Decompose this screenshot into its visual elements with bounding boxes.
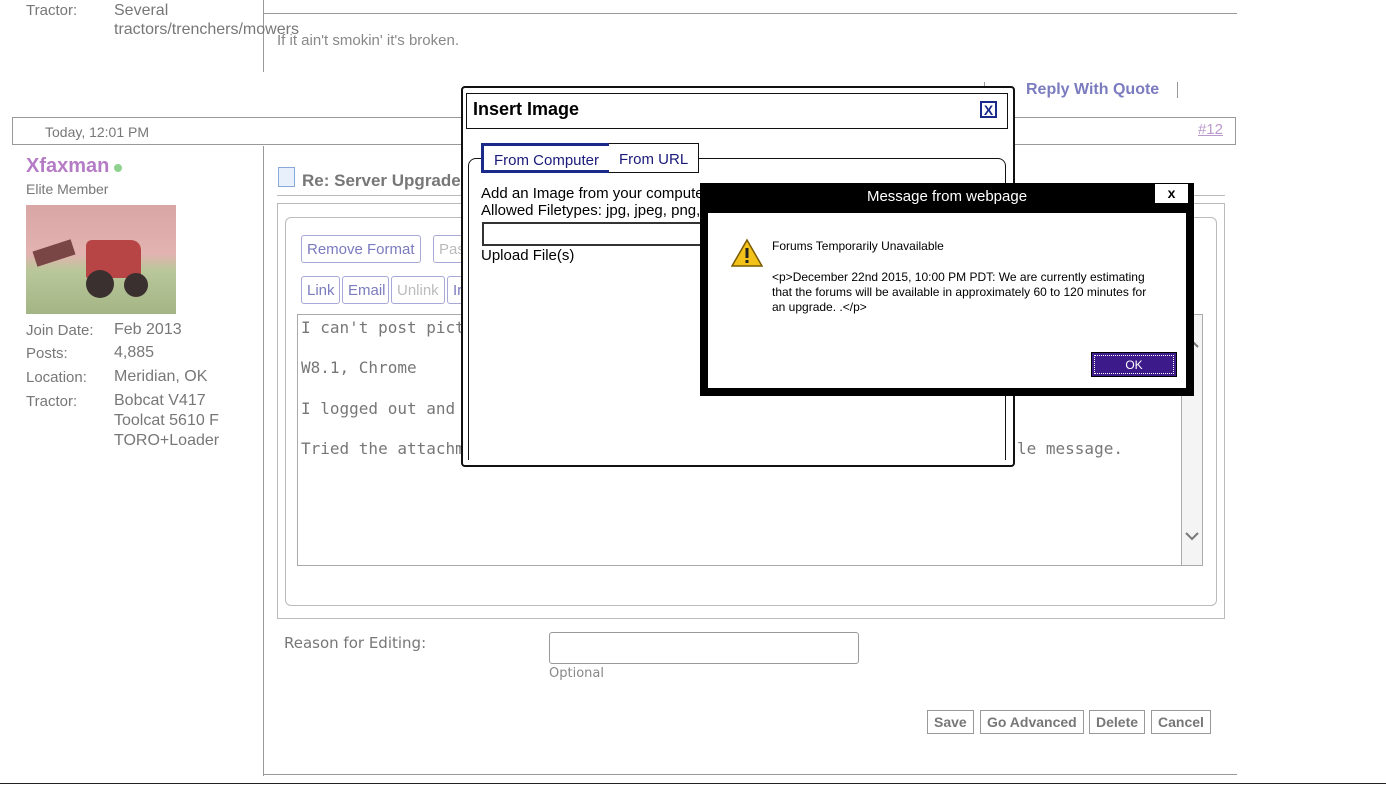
upload-instructions: Add an Image from your compute	[481, 185, 704, 202]
avatar[interactable]	[26, 205, 176, 314]
posts-value: 4,885	[114, 344, 155, 361]
upload-files-button[interactable]: Upload File(s)	[481, 247, 574, 264]
tractor-value-3: TORO+Loader	[114, 432, 220, 449]
user-rank: Elite Member	[26, 181, 109, 197]
post-number-link[interactable]: #12	[1198, 121, 1223, 138]
file-input[interactable]	[482, 222, 722, 246]
warning-icon	[731, 238, 763, 267]
message-text: <p>December 22nd 2015, 10:00 PM PDT: We …	[772, 270, 1147, 314]
close-icon[interactable]: x	[1155, 184, 1188, 203]
remove-format-button[interactable]: Remove Format	[301, 235, 421, 263]
allowed-filetypes: Allowed Filetypes: jpg, jpeg, png,	[481, 202, 701, 219]
online-status-icon	[113, 164, 122, 172]
bottom-edge	[0, 783, 1386, 784]
post-bottom-divider	[263, 774, 1237, 775]
reason-label: Reason for Editing:	[284, 634, 427, 652]
insert-image-titlebar: Insert Image	[466, 93, 1008, 129]
post-divider	[263, 13, 1237, 14]
message-heading: Forums Temporarily Unavailable	[772, 239, 944, 253]
message-box-body: Forums Temporarily Unavailable <p>Decemb…	[708, 213, 1186, 388]
ok-button[interactable]: OK	[1091, 352, 1177, 377]
save-button[interactable]: Save	[927, 710, 974, 734]
text-line: W8.1, Chrome	[301, 358, 417, 377]
reason-input[interactable]	[549, 632, 859, 664]
join-date-label: Join Date:	[26, 322, 94, 339]
text-line-tail: le message.	[1017, 439, 1123, 458]
location-label: Location:	[26, 369, 87, 386]
ok-button-label: OK	[1094, 355, 1174, 374]
delete-button[interactable]: Delete	[1089, 710, 1146, 734]
username-link[interactable]: Xfaxman	[26, 155, 109, 177]
tractor-value-2: Toolcat 5610 F	[114, 412, 219, 429]
email-button[interactable]: Email	[342, 276, 389, 304]
signature: If it ain't smokin' it's broken.	[277, 32, 459, 49]
document-icon	[278, 167, 295, 187]
go-advanced-button[interactable]: Go Advanced	[980, 710, 1084, 734]
prev-tractor-label: Tractor:	[26, 2, 78, 19]
paste-button[interactable]: Pas	[433, 235, 463, 263]
reason-hint: Optional	[549, 666, 604, 681]
user-block: Xfaxman	[26, 155, 122, 178]
message-box: Message from webpage x Forums Temporaril…	[700, 183, 1194, 396]
tractor-value: Bobcat V417	[114, 392, 206, 409]
message-box-title: Message from webpage	[866, 188, 1028, 205]
tractor-label: Tractor:	[26, 393, 78, 410]
link-button[interactable]: Link	[301, 276, 340, 304]
text-line: I logged out and ba	[301, 399, 485, 418]
join-date-value: Feb 2013	[114, 321, 182, 338]
prev-tractor-value-2: tractors/trenchers/mowers	[114, 21, 299, 38]
reply-with-quote-link[interactable]: Reply With Quote	[1026, 81, 1159, 99]
prev-tractor-value: Several	[114, 2, 169, 19]
cancel-button[interactable]: Cancel	[1151, 710, 1211, 734]
unlink-button[interactable]: Unlink	[391, 276, 445, 304]
post-title: Re: Server Upgrade	[302, 171, 461, 190]
dialog-title: Insert Image	[473, 99, 580, 119]
posts-label: Posts:	[26, 345, 68, 362]
column-divider	[263, 146, 264, 776]
text-line: Tried the attachme	[301, 439, 475, 458]
close-icon[interactable]: X	[980, 101, 997, 118]
tab-from-url[interactable]: From URL	[609, 143, 700, 173]
location-value: Meridian, OK	[114, 368, 208, 385]
tab-from-computer[interactable]: From Computer	[481, 143, 613, 173]
post-date: Today, 12:01 PM	[45, 124, 150, 140]
separator	[1177, 82, 1178, 98]
